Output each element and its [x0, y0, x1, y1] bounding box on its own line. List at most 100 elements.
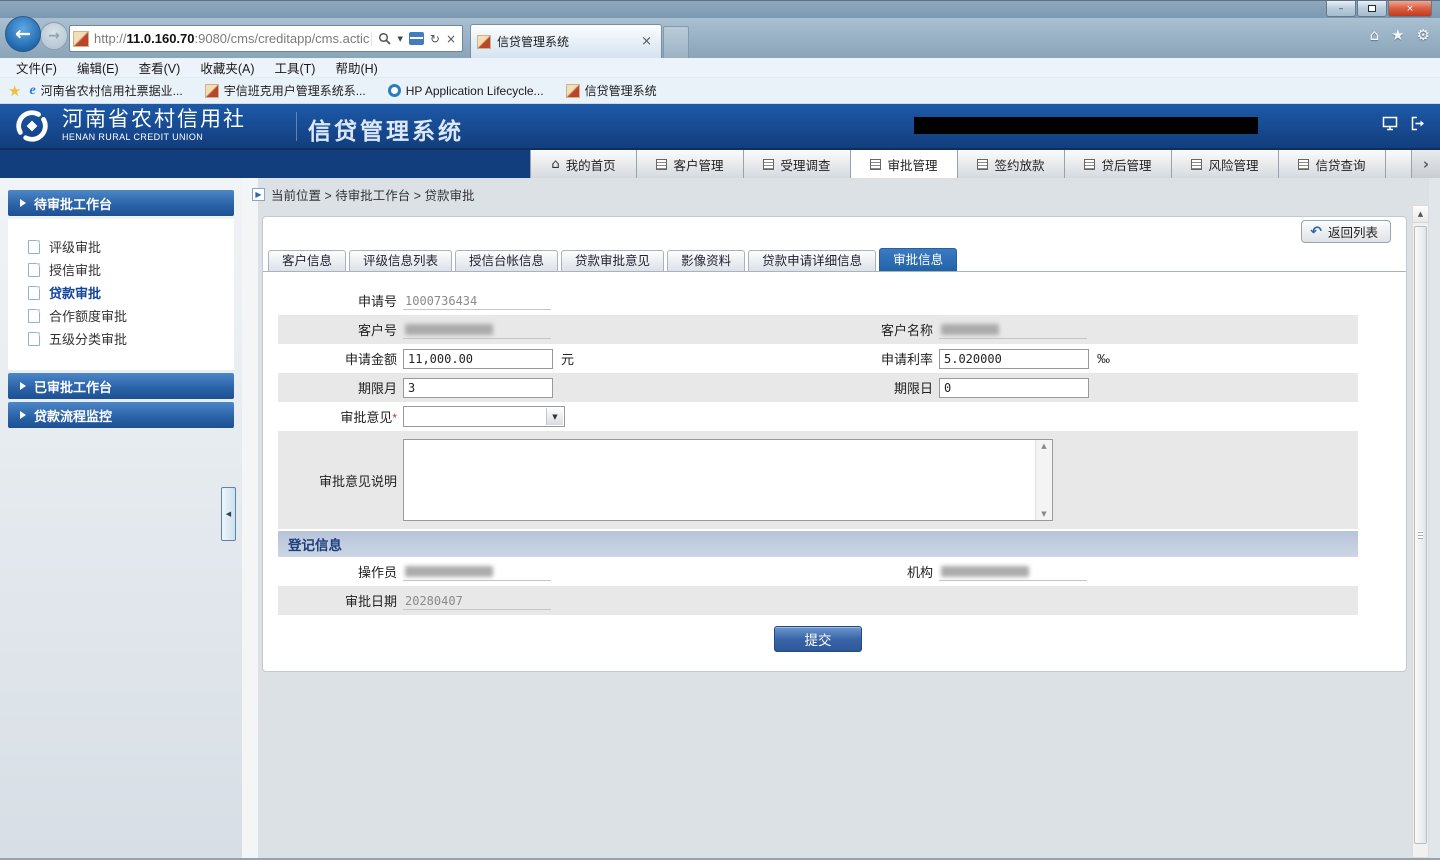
term-day-input[interactable] — [939, 377, 1089, 398]
tab-image-material[interactable]: 影像资料 — [667, 250, 746, 271]
logout-icon[interactable] — [1410, 116, 1426, 136]
document-icon — [28, 262, 40, 277]
org-value — [939, 563, 1087, 581]
browser-tab[interactable]: 信贷管理系统 × — [470, 24, 662, 58]
submit-row: 提交 — [278, 626, 1358, 652]
nav-tab-customer-mgmt[interactable]: 客户管理 — [637, 150, 744, 178]
sidebar-section-approved[interactable]: 已审批工作台 — [8, 373, 234, 399]
favorite-item-2[interactable]: 宇信班克用户管理系统系... — [204, 82, 366, 99]
sidebar-item-five-level-approval[interactable]: 五级分类审批 — [8, 327, 234, 350]
tab-loan-application-detail[interactable]: 贷款申请详细信息 — [748, 250, 877, 271]
return-arrow-icon: ↶ — [1310, 223, 1322, 240]
menu-file[interactable]: 文件(F) — [6, 56, 67, 79]
approval-date-label: 审批日期 — [344, 594, 397, 609]
monitor-icon[interactable] — [1382, 116, 1398, 136]
tab-close-icon[interactable]: × — [638, 34, 655, 49]
settings-gear-icon[interactable]: ⚙ — [1417, 26, 1430, 44]
module-icon — [656, 158, 668, 170]
nav-tab-credit-query[interactable]: 信贷查询 — [1279, 150, 1386, 178]
sidebar-item-cooperation-quota-approval[interactable]: 合作额度审批 — [8, 304, 234, 327]
url-text[interactable]: http://11.0.160.70:9080/cms/creditapp/cm… — [94, 31, 371, 46]
row-operator-org: 操作员 机构 — [278, 557, 1358, 586]
compatibility-view-icon[interactable] — [408, 32, 424, 45]
address-bar[interactable]: http://11.0.160.70:9080/cms/creditapp/cm… — [69, 25, 463, 52]
sidebar-section-loan-process-monitor[interactable]: 贷款流程监控 — [8, 402, 234, 428]
menu-edit[interactable]: 编辑(E) — [67, 56, 129, 79]
textarea-scrollbar[interactable]: ▲ ▼ — [1035, 440, 1052, 520]
module-nav: ⌂ 我的首页 客户管理 受理调查 审批管理 签约放款 贷后管理 风险管理 信贷查询… — [0, 148, 1440, 178]
favorite-item-1[interactable]: e 河南省农村信用社票据业... — [29, 82, 182, 99]
nav-tab-approval-mgmt[interactable]: 审批管理 — [851, 150, 958, 178]
dropdown-arrow-icon: ▼ — [546, 408, 563, 425]
favorite-item-3[interactable]: HP Application Lifecycle... — [387, 83, 544, 98]
tab-title: 信贷管理系统 — [497, 35, 570, 49]
back-button[interactable]: ← — [5, 16, 41, 52]
nav-tab-acceptance-survey[interactable]: 受理调查 — [744, 150, 851, 178]
document-icon — [28, 308, 40, 323]
menu-help[interactable]: 帮助(H) — [325, 56, 387, 79]
scroll-down-icon[interactable]: ▼ — [1041, 510, 1046, 518]
new-tab-button[interactable] — [663, 26, 689, 58]
apply-rate-input[interactable] — [939, 348, 1089, 369]
menu-tools[interactable]: 工具(T) — [264, 56, 325, 79]
document-icon — [28, 331, 40, 346]
scrollbar-thumb[interactable] — [1414, 226, 1427, 844]
tab-approval-info[interactable]: 审批信息 — [879, 248, 958, 271]
nav-tab-label: 信贷查询 — [1315, 158, 1366, 173]
nav-tab-home[interactable]: ⌂ 我的首页 — [530, 150, 637, 178]
search-icon[interactable] — [378, 32, 392, 45]
refresh-icon[interactable]: ↻ — [430, 32, 440, 46]
scroll-up-icon[interactable]: ▲ — [1041, 442, 1046, 450]
minimize-button[interactable]: – — [1326, 1, 1356, 17]
nav-tab-post-loan-mgmt[interactable]: 贷后管理 — [1065, 150, 1172, 178]
sidebar-item-label: 授信审批 — [49, 263, 102, 278]
forward-button[interactable]: → — [40, 22, 68, 50]
favorite-item-4[interactable]: 信贷管理系统 — [565, 82, 657, 99]
close-window-button[interactable]: × — [1388, 1, 1432, 17]
customer-no-label: 客户号 — [357, 323, 397, 338]
return-to-list-button[interactable]: ↶ 返回列表 — [1301, 220, 1391, 243]
approval-opinion-select[interactable]: ▼ — [403, 406, 565, 427]
sidebar-item-label: 贷款审批 — [49, 286, 102, 301]
nav-overflow-chevron-icon[interactable]: › — [1412, 150, 1440, 178]
section-title: 已审批工作台 — [34, 379, 113, 395]
favorites-star-icon[interactable]: ★ — [1391, 26, 1404, 44]
breadcrumb-icon: ▶ — [252, 187, 265, 201]
sidebar-collapse-handle[interactable]: ◀ — [221, 487, 236, 541]
sidebar-section-pending-approval[interactable]: 待审批工作台 — [8, 190, 234, 216]
page-scrollbar[interactable]: ▲ — [1412, 205, 1429, 858]
browser-menubar: 文件(F) 编辑(E) 查看(V) 收藏夹(A) 工具(T) 帮助(H) — [0, 58, 1440, 78]
favorite-label: HP Application Lifecycle... — [405, 83, 544, 98]
sidebar-item-credit-approval[interactable]: 授信审批 — [8, 258, 234, 281]
sidebar-item-loan-approval[interactable]: 贷款审批 — [8, 281, 234, 304]
nav-tab-risk-mgmt[interactable]: 风险管理 — [1172, 150, 1279, 178]
sidebar-item-rating-approval[interactable]: 评级审批 — [8, 235, 234, 258]
nav-tab-signing-loan[interactable]: 签约放款 — [958, 150, 1065, 178]
tab-customer-info[interactable]: 客户信息 — [268, 250, 347, 271]
opinion-desc-textarea[interactable] — [403, 439, 1053, 521]
stop-icon[interactable]: × — [446, 32, 456, 46]
add-favorite-star-icon[interactable]: ★ — [8, 82, 21, 100]
scrollbar-up-icon[interactable]: ▲ — [1413, 206, 1428, 223]
sidebar: 待审批工作台 评级审批 授信审批 贷款审批 合作额度审批 五级分类审批 已审批工… — [0, 178, 242, 860]
tab-rating-info-list[interactable]: 评级信息列表 — [349, 250, 453, 271]
tab-credit-ledger-info[interactable]: 授信台帐信息 — [455, 250, 559, 271]
apply-no-label: 申请号 — [357, 294, 397, 309]
home-icon[interactable]: ⌂ — [1370, 26, 1380, 44]
address-dropdown-icon[interactable]: ▼ — [397, 35, 402, 43]
favorite-label: 河南省农村信用社票据业... — [40, 84, 183, 98]
opinion-desc-label: 审批意见说明 — [318, 473, 397, 489]
tab-loan-approval-opinion[interactable]: 贷款审批意见 — [561, 250, 665, 271]
nav-tab-label: 受理调查 — [780, 158, 831, 173]
submit-button[interactable]: 提交 — [774, 626, 862, 652]
apply-amount-input[interactable] — [403, 348, 553, 369]
org-label: 机构 — [906, 565, 933, 580]
module-icon — [1191, 158, 1203, 170]
tab-favicon — [477, 34, 491, 49]
restore-button[interactable] — [1357, 1, 1387, 17]
menu-favorites[interactable]: 收藏夹(A) — [190, 56, 264, 79]
approval-opinion-label: 审批意见* — [340, 410, 397, 425]
menu-view[interactable]: 查看(V) — [129, 56, 191, 79]
term-month-input[interactable] — [403, 377, 553, 398]
customer-name-value — [939, 321, 1087, 339]
